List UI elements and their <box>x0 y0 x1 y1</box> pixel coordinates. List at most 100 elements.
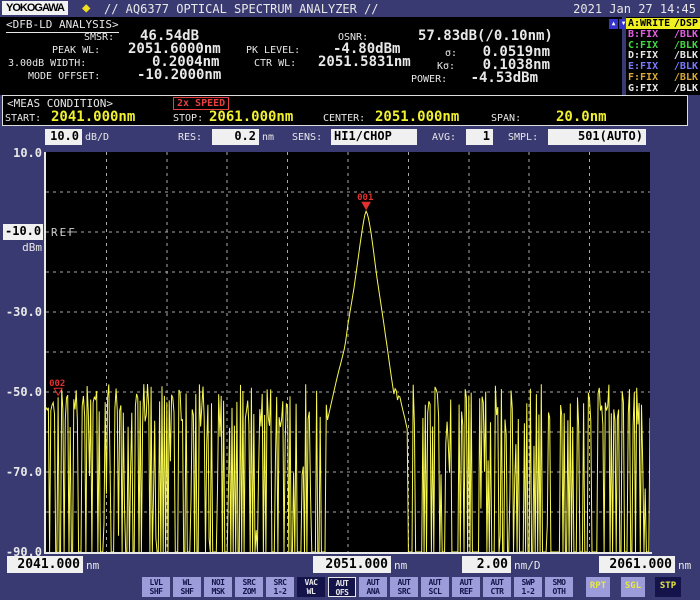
sgl-button[interactable]: SGL <box>621 577 645 597</box>
power-label: POWER: <box>411 74 447 85</box>
level-scale-field[interactable]: 10.0 <box>45 129 82 145</box>
res-label: RES: <box>178 132 202 143</box>
spectrum-plot: REF 001 002 <box>46 152 650 552</box>
ref-line-label: REF <box>51 226 77 239</box>
y-axis-label: -50.0 <box>0 385 42 399</box>
dfb-ld-analysis-panel: <DFB-LD ANALYSIS> SMSR: 46.54dB OSNR: 57… <box>0 17 622 95</box>
softkey-smo-oth[interactable]: SMOOTH <box>545 577 573 597</box>
trace-name: E:FIX <box>628 61 658 72</box>
ctr-wl-value: 2051.5831nm <box>318 54 411 70</box>
trace-mode: /DSP <box>674 18 698 29</box>
width-3db-label: 3.00dB WIDTH: <box>8 58 86 69</box>
trace-mode: /BLK <box>674 40 698 51</box>
meas-condition-panel: <MEAS CONDITION> 2x SPEED START: 2041.00… <box>2 95 688 126</box>
x-stop-unit: nm <box>678 559 691 572</box>
plot-bottom-border <box>44 552 652 554</box>
start-value[interactable]: 2041.000nm <box>51 109 135 125</box>
x-per-div-unit: nm/D <box>514 559 541 572</box>
y-axis-label: -30.0 <box>0 305 42 319</box>
x-per-div-field[interactable]: 2.00 <box>462 556 511 573</box>
smpl-field[interactable]: 501(AUTO) <box>548 129 646 145</box>
trace-mode: /BLK <box>674 61 698 72</box>
trace-row-b[interactable]: B:FIX/BLK <box>626 29 700 40</box>
marker-001: 001 <box>357 193 373 209</box>
softkey-noi-msk[interactable]: NOIMSK <box>204 577 232 597</box>
smsr-label: SMSR: <box>84 32 114 43</box>
title-bar: YOKOGAWA ◆ // AQ6377 OPTICAL SPECTRUM AN… <box>0 0 700 17</box>
avg-label: AVG: <box>432 132 456 143</box>
trace-a-waveform <box>46 211 650 552</box>
softkey-aut-scl[interactable]: AUTSCL <box>421 577 449 597</box>
center-value[interactable]: 2051.000nm <box>375 109 459 125</box>
softkey-aut-ctr[interactable]: AUTCTR <box>483 577 511 597</box>
osnr-value: 57.83dB(/0.10nm) <box>418 28 553 44</box>
svg-text:001: 001 <box>357 193 373 203</box>
trace-row-a[interactable]: A:WRITE/DSP <box>626 18 700 29</box>
analysis-title: <DFB-LD ANALYSIS> <box>6 18 119 33</box>
stop-value[interactable]: 2061.000nm <box>209 109 293 125</box>
ctr-wl-label: CTR WL: <box>254 58 296 69</box>
svg-text:002: 002 <box>49 379 65 389</box>
trace-name: D:FIX <box>628 50 658 61</box>
instrument-title: // AQ6377 OPTICAL SPECTRUM ANALYZER // <box>104 2 379 16</box>
softkey-wl-shf[interactable]: WLSHF <box>173 577 201 597</box>
yokogawa-logo: YOKOGAWA <box>2 1 68 15</box>
trace-mode: /BLK <box>674 29 698 40</box>
trace-row-g[interactable]: G:FIX/BLK <box>626 83 700 94</box>
softkey-aut-ref[interactable]: AUTREF <box>452 577 480 597</box>
softkey-lvl-shf[interactable]: LVLSHF <box>142 577 170 597</box>
stp-button[interactable]: STP <box>655 577 681 597</box>
softkey-aut-ofs[interactable]: AUTOFS <box>328 577 356 597</box>
softkey-aut-ana[interactable]: AUTANA <box>359 577 387 597</box>
avg-field[interactable]: 1 <box>466 129 493 145</box>
softkey-aut-src[interactable]: AUTSRC <box>390 577 418 597</box>
trace-name: G:FIX <box>628 83 658 94</box>
softkey-src-zom[interactable]: SRCZOM <box>235 577 263 597</box>
x-center-field[interactable]: 2051.000 <box>313 556 391 573</box>
trace-name: B:FIX <box>628 29 658 40</box>
trace-name: A:WRITE <box>628 18 670 29</box>
trace-row-c[interactable]: C:FIX/BLK <box>626 40 700 51</box>
trace-row-d[interactable]: D:FIX/BLK <box>626 50 700 61</box>
sigma-label: σ: <box>445 48 457 59</box>
brand-diamond-icon: ◆ <box>82 0 90 16</box>
osa-screen: YOKOGAWA ◆ // AQ6377 OPTICAL SPECTRUM AN… <box>0 0 700 600</box>
mode-offset-value: -10.2000nm <box>137 67 221 83</box>
pk-level-label: PK LEVEL: <box>246 45 300 56</box>
smpl-label: SMPL: <box>508 132 538 143</box>
trace-mode: /BLK <box>674 50 698 61</box>
x-start-unit: nm <box>86 559 99 572</box>
trace-row-f[interactable]: F:FIX/BLK <box>626 72 700 83</box>
y-axis-unit: dBm <box>0 241 42 254</box>
scroll-up-icon[interactable]: ▲ <box>609 19 618 29</box>
span-value[interactable]: 20.0nm <box>556 109 607 125</box>
sens-label: SENS: <box>292 132 322 143</box>
trace-row-e[interactable]: E:FIX/BLK <box>626 61 700 72</box>
marker-002: 002 <box>49 379 65 395</box>
trace-mode: /BLK <box>674 83 698 94</box>
level-scale-unit: dB/D <box>85 132 109 143</box>
softkey-src-1-2[interactable]: SRC1-2 <box>266 577 294 597</box>
res-field[interactable]: 0.2 <box>212 129 259 145</box>
ref-level-field[interactable]: -10.0 <box>3 224 43 240</box>
sens-field[interactable]: HI1/CHOP <box>331 129 417 145</box>
stop-label: STOP: <box>173 113 203 124</box>
x-center-unit: nm <box>394 559 407 572</box>
rpt-button[interactable]: RPT <box>586 577 610 597</box>
trace-name: C:FIX <box>628 40 658 51</box>
y-axis-top-label: 10.0 <box>0 146 42 160</box>
softkey-swp-1-2[interactable]: SWP1-2 <box>514 577 542 597</box>
span-label: SPAN: <box>491 113 521 124</box>
center-label: CENTER: <box>323 113 365 124</box>
x-start-field[interactable]: 2041.000 <box>7 556 83 573</box>
softkey-vac-wl[interactable]: VACWL <box>297 577 325 597</box>
res-unit: nm <box>262 132 274 143</box>
power-value: -4.53dBm <box>471 70 538 86</box>
datetime-display: 2021 Jan 27 14:45 <box>573 2 696 16</box>
trace-name: F:FIX <box>628 72 658 83</box>
spectrum-plot-area: REF 001 002 <box>46 152 650 552</box>
softkey-toolbar: LVLSHFWLSHFNOIMSKSRCZOMSRC1-2VACWLAUTOFS… <box>0 577 700 598</box>
trace-mode: /BLK <box>674 72 698 83</box>
peak-wl-label: PEAK WL: <box>52 45 100 56</box>
x-stop-field[interactable]: 2061.000 <box>599 556 675 573</box>
